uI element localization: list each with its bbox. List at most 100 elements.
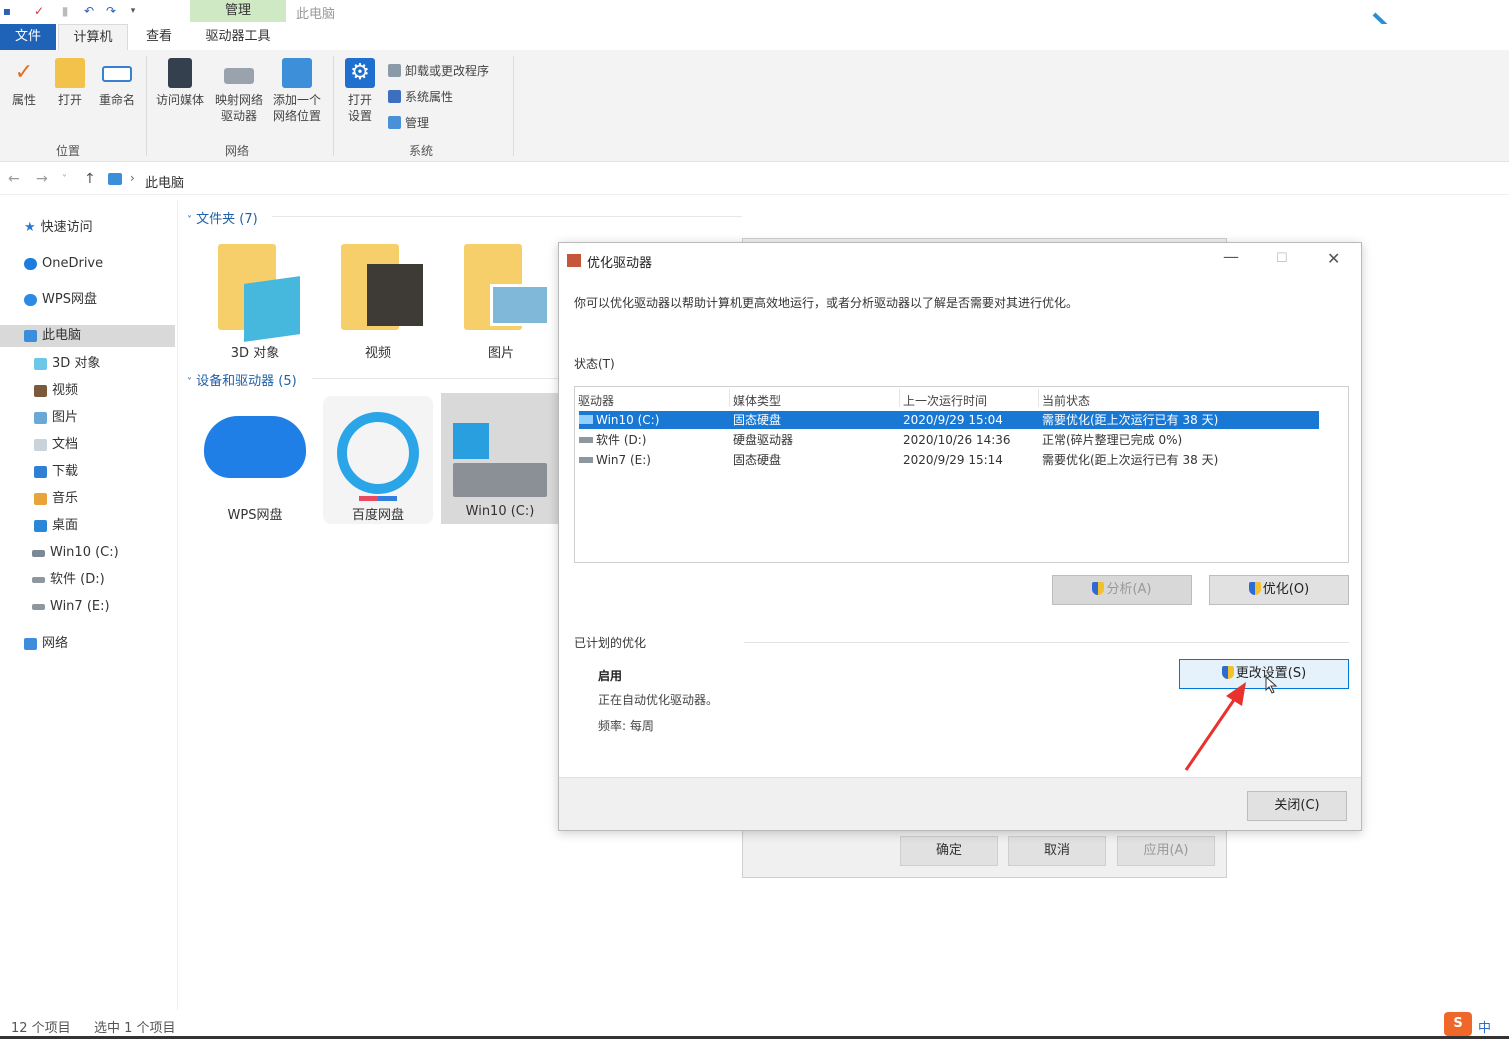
close-icon[interactable]: ✕	[1327, 249, 1340, 268]
manage-button[interactable]: 管理	[388, 114, 429, 131]
drive-icon	[579, 457, 593, 463]
column-header-drive[interactable]: 驱动器	[578, 392, 614, 409]
nav-music[interactable]: 音乐	[34, 488, 78, 510]
maximize-icon[interactable]: ☐	[1276, 251, 1288, 266]
drive-list[interactable]: 驱动器 媒体类型 上一次运行时间 当前状态 Win10 (C:) 固态硬盘 20…	[574, 386, 1349, 563]
sogou-ime-icon[interactable]: S	[1444, 1012, 1472, 1036]
undo-icon[interactable]: ↶	[82, 4, 96, 18]
ok-button[interactable]: 确定	[900, 836, 998, 866]
nav-pictures[interactable]: 图片	[34, 407, 78, 429]
nav-drive-c[interactable]: Win10 (C:)	[32, 542, 119, 564]
system-properties-button[interactable]: 系统属性	[388, 88, 453, 105]
apply-button[interactable]: 应用(A)	[1117, 836, 1215, 866]
nav-drive-d[interactable]: 软件 (D:)	[32, 569, 105, 591]
drive-row[interactable]: 软件 (D:) 硬盘驱动器 2020/10/26 14:36 正常(碎片整理已完…	[579, 431, 1319, 449]
new-folder-quick-icon[interactable]: ▮	[58, 4, 72, 18]
nav-onedrive[interactable]: OneDrive	[24, 253, 103, 275]
properties-quick-icon[interactable]: ✓	[32, 4, 46, 18]
context-tab-manage[interactable]: 管理	[190, 0, 286, 22]
device-drive-c[interactable]: Win10 (C:)	[441, 393, 559, 524]
drive-name: 软件 (D:)	[596, 433, 647, 447]
uninstall-programs-button[interactable]: 卸载或更改程序	[388, 62, 489, 79]
schedule-frequency: 频率: 每周	[598, 719, 654, 733]
tab-file[interactable]: 文件	[0, 24, 56, 50]
nav-wps[interactable]: WPS网盘	[24, 289, 97, 311]
device-baidu[interactable]: 百度网盘	[323, 396, 433, 524]
breadcrumb-chevron-icon[interactable]: ›	[130, 171, 135, 185]
tab-view[interactable]: 查看	[136, 24, 182, 50]
folder-icon	[55, 58, 85, 88]
access-media-button[interactable]: 访问媒体	[150, 58, 210, 108]
quick-access-dropdown-icon[interactable]: ▾	[126, 4, 140, 18]
this-pc-icon	[108, 173, 122, 185]
folder-videos[interactable]: 视频	[323, 240, 433, 361]
column-divider	[729, 389, 730, 407]
back-arrow-icon[interactable]: ←	[8, 171, 20, 187]
drive-icon	[579, 415, 593, 424]
nav-drive-e[interactable]: Win7 (E:)	[32, 596, 110, 618]
check-icon: ✓	[14, 60, 34, 85]
ime-mode[interactable]: 中	[1478, 1017, 1491, 1036]
nav-label: 图片	[52, 410, 79, 425]
folder-pictures[interactable]: 图片	[446, 240, 556, 361]
nav-label: 视频	[52, 383, 79, 398]
devices-group-header[interactable]: ˅ 设备和驱动器 (5)	[187, 370, 297, 389]
open-settings-button[interactable]: ⚙ 打开 设置	[340, 58, 380, 124]
add-network-location-button[interactable]: 添加一个 网络位置	[268, 58, 326, 124]
device-wps[interactable]: WPS网盘	[200, 396, 310, 524]
nav-quick-access[interactable]: ★ 快速访问	[24, 217, 93, 239]
analyze-label: 分析(A)	[1106, 582, 1152, 597]
nav-label: 网络	[42, 636, 69, 651]
network-drive-icon	[224, 68, 254, 84]
nav-documents[interactable]: 文档	[34, 434, 78, 456]
column-header-last-run[interactable]: 上一次运行时间	[903, 392, 987, 409]
properties-button[interactable]: ✓ 属性	[6, 58, 42, 108]
cancel-button[interactable]: 取消	[1008, 836, 1106, 866]
column-header-status[interactable]: 当前状态	[1042, 392, 1090, 409]
folder-3d-objects[interactable]: 3D 对象	[200, 240, 310, 361]
rename-label: 重命名	[98, 93, 135, 107]
drive-name: Win10 (C:)	[596, 413, 660, 427]
nav-label: 快速访问	[40, 220, 93, 235]
breadcrumb-this-pc[interactable]: 此电脑	[145, 172, 184, 191]
analyze-button[interactable]: 分析(A)	[1052, 575, 1192, 605]
nav-desktop[interactable]: 桌面	[34, 515, 78, 537]
nav-3d-objects[interactable]: 3D 对象	[34, 353, 100, 375]
group-system: 系统	[409, 144, 434, 158]
drive-row[interactable]: Win7 (E:) 固态硬盘 2020/9/29 15:14 需要优化(距上次运…	[579, 451, 1319, 469]
tab-computer[interactable]: 计算机	[58, 24, 128, 50]
collapse-chevron-icon: ˅	[187, 377, 192, 388]
close-button[interactable]: 关闭(C)	[1247, 791, 1347, 821]
redo-icon[interactable]: ↷	[104, 4, 118, 18]
folders-group-header[interactable]: ˅ 文件夹 (7)	[187, 208, 258, 227]
device-label: 百度网盘	[351, 508, 404, 523]
add-location-label-1: 添加一个	[272, 93, 321, 107]
minimize-icon[interactable]: —	[1223, 247, 1239, 266]
rename-button[interactable]: 重命名	[94, 58, 140, 108]
forward-arrow-icon[interactable]: →	[36, 171, 48, 187]
drive-last-run: 2020/10/26 14:36	[903, 433, 1011, 447]
nav-network[interactable]: 网络	[24, 633, 68, 655]
column-divider	[899, 389, 900, 407]
nav-this-pc[interactable]: 此电脑	[0, 325, 175, 347]
drive-icon	[32, 549, 45, 557]
uac-shield-icon	[1092, 582, 1105, 595]
selected-count: 选中 1 个项目	[94, 1021, 176, 1036]
music-icon	[34, 493, 47, 505]
open-button[interactable]: 打开	[52, 58, 88, 108]
scheduled-optimization-label: 已计划的优化	[574, 636, 647, 650]
map-drive-button[interactable]: 映射网络 驱动器	[210, 58, 268, 124]
nav-videos[interactable]: 视频	[34, 380, 78, 402]
recent-dropdown-icon[interactable]: ˅	[62, 174, 67, 185]
ribbon-separator	[513, 56, 514, 156]
optimize-button[interactable]: 优化(O)	[1209, 575, 1349, 605]
folder-label: 视频	[364, 346, 391, 361]
tab-drive-tools[interactable]: 驱动器工具	[190, 24, 286, 50]
nav-downloads[interactable]: 下载	[34, 461, 78, 483]
drive-last-run: 2020/9/29 15:04	[903, 413, 1003, 427]
cube-icon	[244, 276, 300, 342]
column-header-media[interactable]: 媒体类型	[733, 392, 781, 409]
up-arrow-icon[interactable]: ↑	[84, 171, 96, 187]
this-pc-icon	[24, 330, 37, 342]
drive-row[interactable]: Win10 (C:) 固态硬盘 2020/9/29 15:04 需要优化(距上次…	[579, 411, 1319, 429]
